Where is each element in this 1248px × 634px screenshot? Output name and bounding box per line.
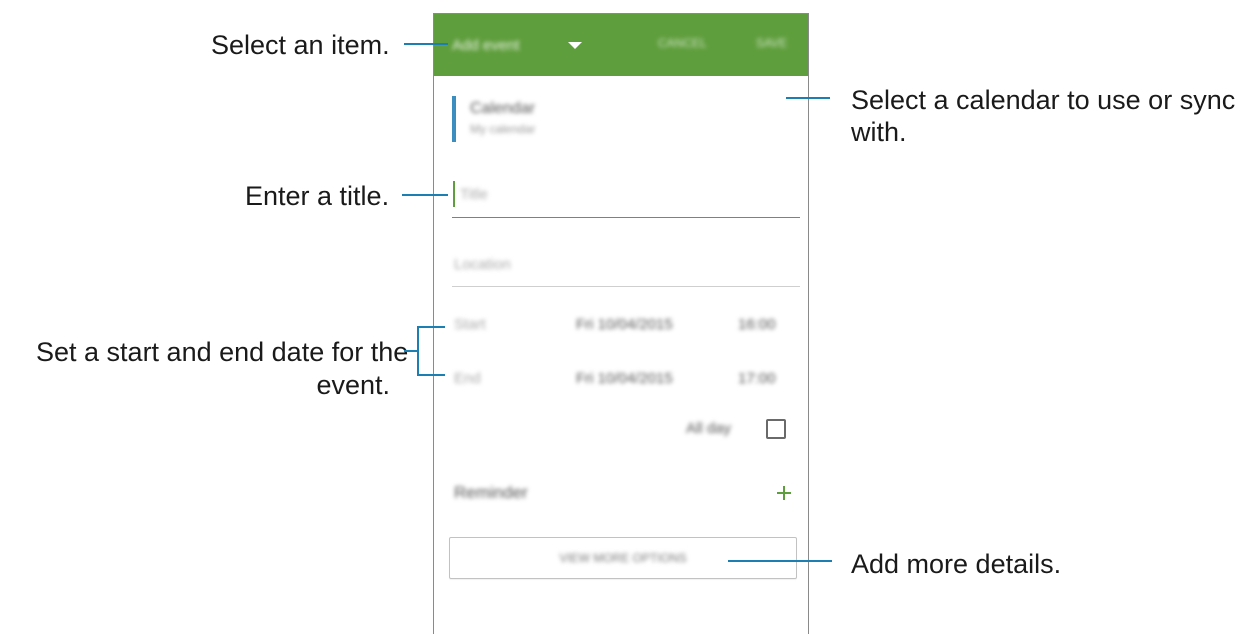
start-date[interactable]: Fri 10/04/2015	[576, 316, 673, 333]
all-day-checkbox[interactable]	[766, 419, 786, 439]
event-type-label: Add event	[452, 36, 520, 54]
start-label: Start	[454, 316, 486, 333]
phone-screen: Add event CANCEL SAVE Calendar My calend…	[433, 13, 809, 634]
all-day-label: All day	[686, 420, 732, 437]
location-field[interactable]: Location	[452, 250, 800, 287]
plus-icon[interactable]	[777, 486, 791, 500]
app-bar: Add event CANCEL SAVE	[434, 14, 808, 76]
callout-enter-title: Enter a title.	[245, 181, 390, 211]
callout-line-select-item	[404, 43, 448, 45]
end-time[interactable]: 17:00	[738, 370, 776, 387]
callout-set-dates-line1: Set a start and end date for the	[36, 337, 409, 367]
callout-add-details: Add more details.	[851, 549, 1062, 579]
start-time[interactable]: 16:00	[738, 316, 776, 333]
text-cursor	[453, 181, 455, 207]
callout-line-enter-title	[402, 194, 448, 196]
end-label: End	[454, 370, 481, 387]
start-row[interactable]: Start Fri 10/04/2015 16:00	[452, 314, 800, 340]
save-button[interactable]: SAVE	[756, 36, 787, 50]
chevron-down-icon[interactable]	[568, 42, 582, 50]
calendar-label: Calendar	[470, 100, 535, 117]
calendar-value: My calendar	[470, 122, 536, 136]
calendar-accent-bar	[452, 96, 456, 142]
view-more-options-button[interactable]: VIEW MORE OPTIONS	[449, 537, 797, 579]
callout-line-select-calendar	[786, 97, 830, 99]
callout-select-item: Select an item.	[211, 30, 390, 60]
view-more-options-label: VIEW MORE OPTIONS	[559, 551, 687, 565]
callout-line-set-dates-bracket	[417, 326, 419, 376]
calendar-selector[interactable]: Calendar My calendar	[452, 96, 792, 146]
reminder-label: Reminder	[454, 483, 528, 502]
event-type-dropdown[interactable]: Add event	[452, 35, 520, 55]
callout-line-add-details	[728, 560, 832, 562]
title-field[interactable]: Title	[452, 177, 800, 218]
callout-line-set-dates-stub	[404, 350, 418, 352]
callout-line-set-dates-bottom	[417, 374, 445, 376]
callout-select-calendar-line2: with.	[851, 117, 907, 147]
cancel-button[interactable]: CANCEL	[658, 36, 707, 50]
end-date[interactable]: Fri 10/04/2015	[576, 370, 673, 387]
callout-set-dates-line2: event.	[316, 370, 390, 400]
callout-select-calendar-line1: Select a calendar to use or sync	[851, 85, 1236, 115]
location-placeholder: Location	[454, 256, 511, 273]
callout-line-set-dates-top	[417, 326, 445, 328]
end-row[interactable]: End Fri 10/04/2015 17:00	[452, 368, 800, 394]
title-placeholder: Title	[460, 186, 488, 203]
